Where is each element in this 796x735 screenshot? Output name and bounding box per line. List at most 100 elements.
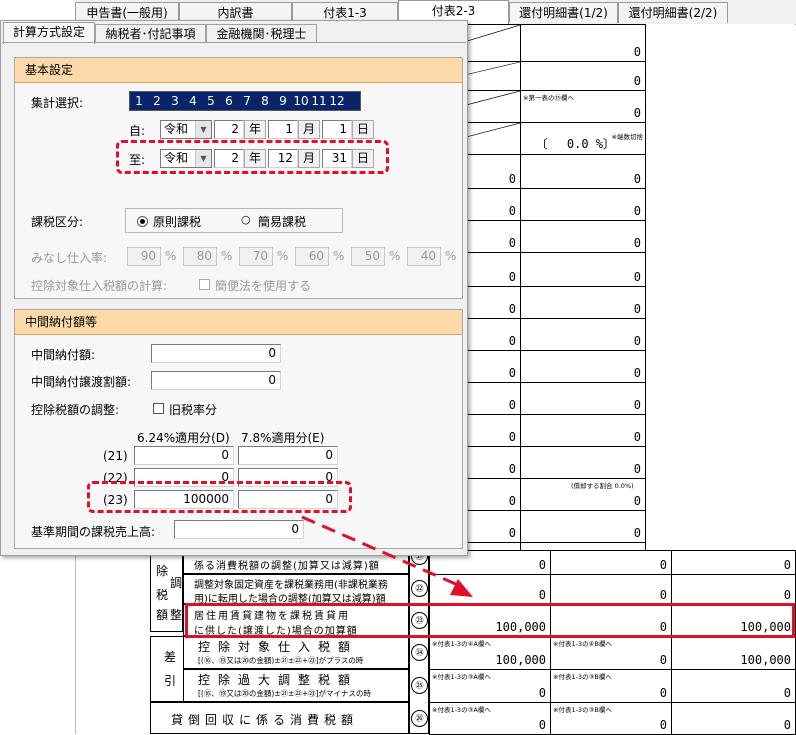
- sheet-cell[interactable]: 0: [520, 350, 646, 383]
- cell-value: 0: [633, 334, 641, 348]
- radio-principle[interactable]: [137, 216, 148, 227]
- deemed-rate-input[interactable]: 40: [407, 247, 441, 266]
- sheet-cell[interactable]: 0: [671, 669, 796, 703]
- month-5[interactable]: 5: [202, 92, 220, 110]
- sheet-cell[interactable]: ※付表1-3の④A欄へ 100,000: [429, 636, 551, 670]
- simplified-method-checkbox[interactable]: [199, 279, 210, 290]
- percent-sign: %: [277, 249, 289, 263]
- row24-desc: 控除対象仕入税額 [(⑯、⑲又は⑳の金額)±㉑±㉒+㉓]がプラスの時: [183, 636, 409, 669]
- sheet-cell[interactable]: 0: [520, 446, 646, 479]
- side-label-sa: 差: [164, 650, 178, 664]
- cell-value: 0: [508, 270, 516, 284]
- month-10[interactable]: 10: [292, 92, 310, 110]
- cell-value: 0: [538, 588, 546, 602]
- deemed-rate-input[interactable]: 60: [295, 247, 329, 266]
- cell-value: 0: [633, 398, 641, 412]
- sheet-cell[interactable]: ※付表1-3の③B欄へ 0: [550, 702, 672, 735]
- interim-transfer-input[interactable]: 0: [151, 371, 281, 390]
- month-1[interactable]: 1: [130, 92, 148, 110]
- annotation-arrow: [301, 515, 473, 597]
- row21-e-input[interactable]: 0: [238, 446, 338, 465]
- highlight-row23-sheet: [185, 603, 795, 638]
- sheet-cell[interactable]: 0: [520, 286, 646, 319]
- base-sales-input[interactable]: 0: [174, 520, 304, 539]
- sheet-cell[interactable]: 0: [520, 24, 646, 62]
- percent-sign: %: [333, 249, 345, 263]
- month-7[interactable]: 7: [238, 92, 256, 110]
- sheet-cell[interactable]: 0: [671, 574, 796, 605]
- sheet-cell[interactable]: 0: [520, 318, 646, 351]
- month-selector[interactable]: 1 2 3 4 5 6 7 8 9 10 11 12: [129, 91, 361, 111]
- month-9[interactable]: 9: [274, 92, 292, 110]
- sheet-cell[interactable]: ※第一表の⑮欄へ 0: [520, 90, 646, 123]
- cell-value: 0: [508, 236, 516, 250]
- month-8[interactable]: 8: [256, 92, 274, 110]
- sheet-cell[interactable]: 0: [520, 188, 646, 221]
- sheet-cell[interactable]: 0: [520, 154, 646, 189]
- month-6[interactable]: 6: [220, 92, 238, 110]
- tab-calc-method[interactable]: 計算方式設定: [3, 22, 95, 44]
- cell-value: 0: [633, 302, 641, 316]
- sheet-cell[interactable]: 0: [671, 702, 796, 735]
- cell-note: ※付表1-3の③B欄へ: [553, 706, 612, 714]
- radio-simple-label: 簡易課税: [258, 215, 307, 229]
- from-label: 自:: [129, 124, 146, 138]
- side-label-gaku: 額: [156, 608, 170, 622]
- from-day-input[interactable]: 1: [322, 120, 352, 139]
- side-label-cho: 調: [170, 576, 184, 590]
- from-year-input[interactable]: 2: [214, 120, 244, 139]
- tab-taxpayer-info[interactable]: 納税者･付記事項: [95, 24, 206, 43]
- cell-value: 0: [633, 204, 641, 218]
- cell-value: 0: [783, 718, 791, 732]
- cell-note: ※付表1-3の③A欄へ: [432, 706, 491, 714]
- sheet-cell[interactable]: 0: [520, 252, 646, 287]
- simplified-method-label: 簡便法を使用する: [215, 279, 312, 293]
- row21-d-input[interactable]: 0: [134, 446, 234, 465]
- cell-value: 0: [633, 45, 641, 59]
- tab-refund-detail-1[interactable]: 還付明細書(1/2): [509, 2, 618, 23]
- row-number-25: ㉕: [411, 677, 428, 694]
- tab-bank-accountant[interactable]: 金融機関･税理士: [206, 24, 317, 43]
- sheet-cell[interactable]: ※付表1-3の③A欄へ 0: [429, 669, 551, 703]
- percent-sign: %: [389, 249, 401, 263]
- month-3[interactable]: 3: [166, 92, 184, 110]
- old-rate-checkbox[interactable]: [153, 403, 164, 414]
- sheet-cell[interactable]: ※付表1-3の③A欄へ 0: [429, 702, 551, 735]
- sheet-cell[interactable]: 0: [550, 550, 672, 575]
- month-12[interactable]: 12: [328, 92, 346, 110]
- deemed-rate-input[interactable]: 50: [351, 247, 385, 266]
- month-11[interactable]: 11: [310, 92, 328, 110]
- from-era-select[interactable]: 令和 ▼: [160, 120, 212, 139]
- cell-value: 0: [659, 558, 667, 572]
- sheet-cell[interactable]: 0: [520, 414, 646, 447]
- deemed-rate-input[interactable]: 90: [127, 247, 161, 266]
- radio-simple-indicator[interactable]: ○: [241, 213, 251, 226]
- sheet-cell[interactable]: 0: [520, 220, 646, 253]
- radio-principle-label: 原則課税: [153, 215, 202, 229]
- from-month-input[interactable]: 1: [268, 120, 298, 139]
- percent-sign: %: [221, 249, 233, 263]
- month-4[interactable]: 4: [184, 92, 202, 110]
- sheet-cell[interactable]: 0: [520, 382, 646, 415]
- sheet-cell[interactable]: ※付表1-3の④B欄へ 0: [550, 636, 672, 670]
- cell-value: 0: [508, 334, 516, 348]
- basic-settings-header: 基本設定: [15, 58, 462, 83]
- deemed-rate-input[interactable]: 70: [239, 247, 273, 266]
- sheet-cell[interactable]: 〔 0.0 %〕 ※端数切捨: [520, 122, 646, 155]
- cell-value: 0: [783, 558, 791, 572]
- interim-tax-input[interactable]: 0: [151, 344, 281, 363]
- tab-refund-detail-2[interactable]: 還付明細書(2/2): [618, 2, 728, 23]
- month-2[interactable]: 2: [148, 92, 166, 110]
- cell-value: 0: [783, 588, 791, 602]
- deemed-rate-input[interactable]: 80: [183, 247, 217, 266]
- sheet-cell[interactable]: (償却する割合 0.0%) 0: [520, 478, 646, 511]
- cell-value: 0: [633, 526, 641, 540]
- sheet-cell[interactable]: 0: [550, 574, 672, 605]
- sheet-cell[interactable]: ※付表1-3の③B欄へ 0: [550, 669, 672, 703]
- row-number-24: ㉔: [411, 644, 428, 661]
- sheet-cell[interactable]: 100,000: [671, 636, 796, 670]
- sheet-cell[interactable]: 0: [520, 510, 646, 543]
- sheet-cell[interactable]: 0: [671, 550, 796, 575]
- cell-note: ※付表1-3の④A欄へ: [432, 640, 491, 648]
- sheet-cell[interactable]: 0: [520, 61, 646, 91]
